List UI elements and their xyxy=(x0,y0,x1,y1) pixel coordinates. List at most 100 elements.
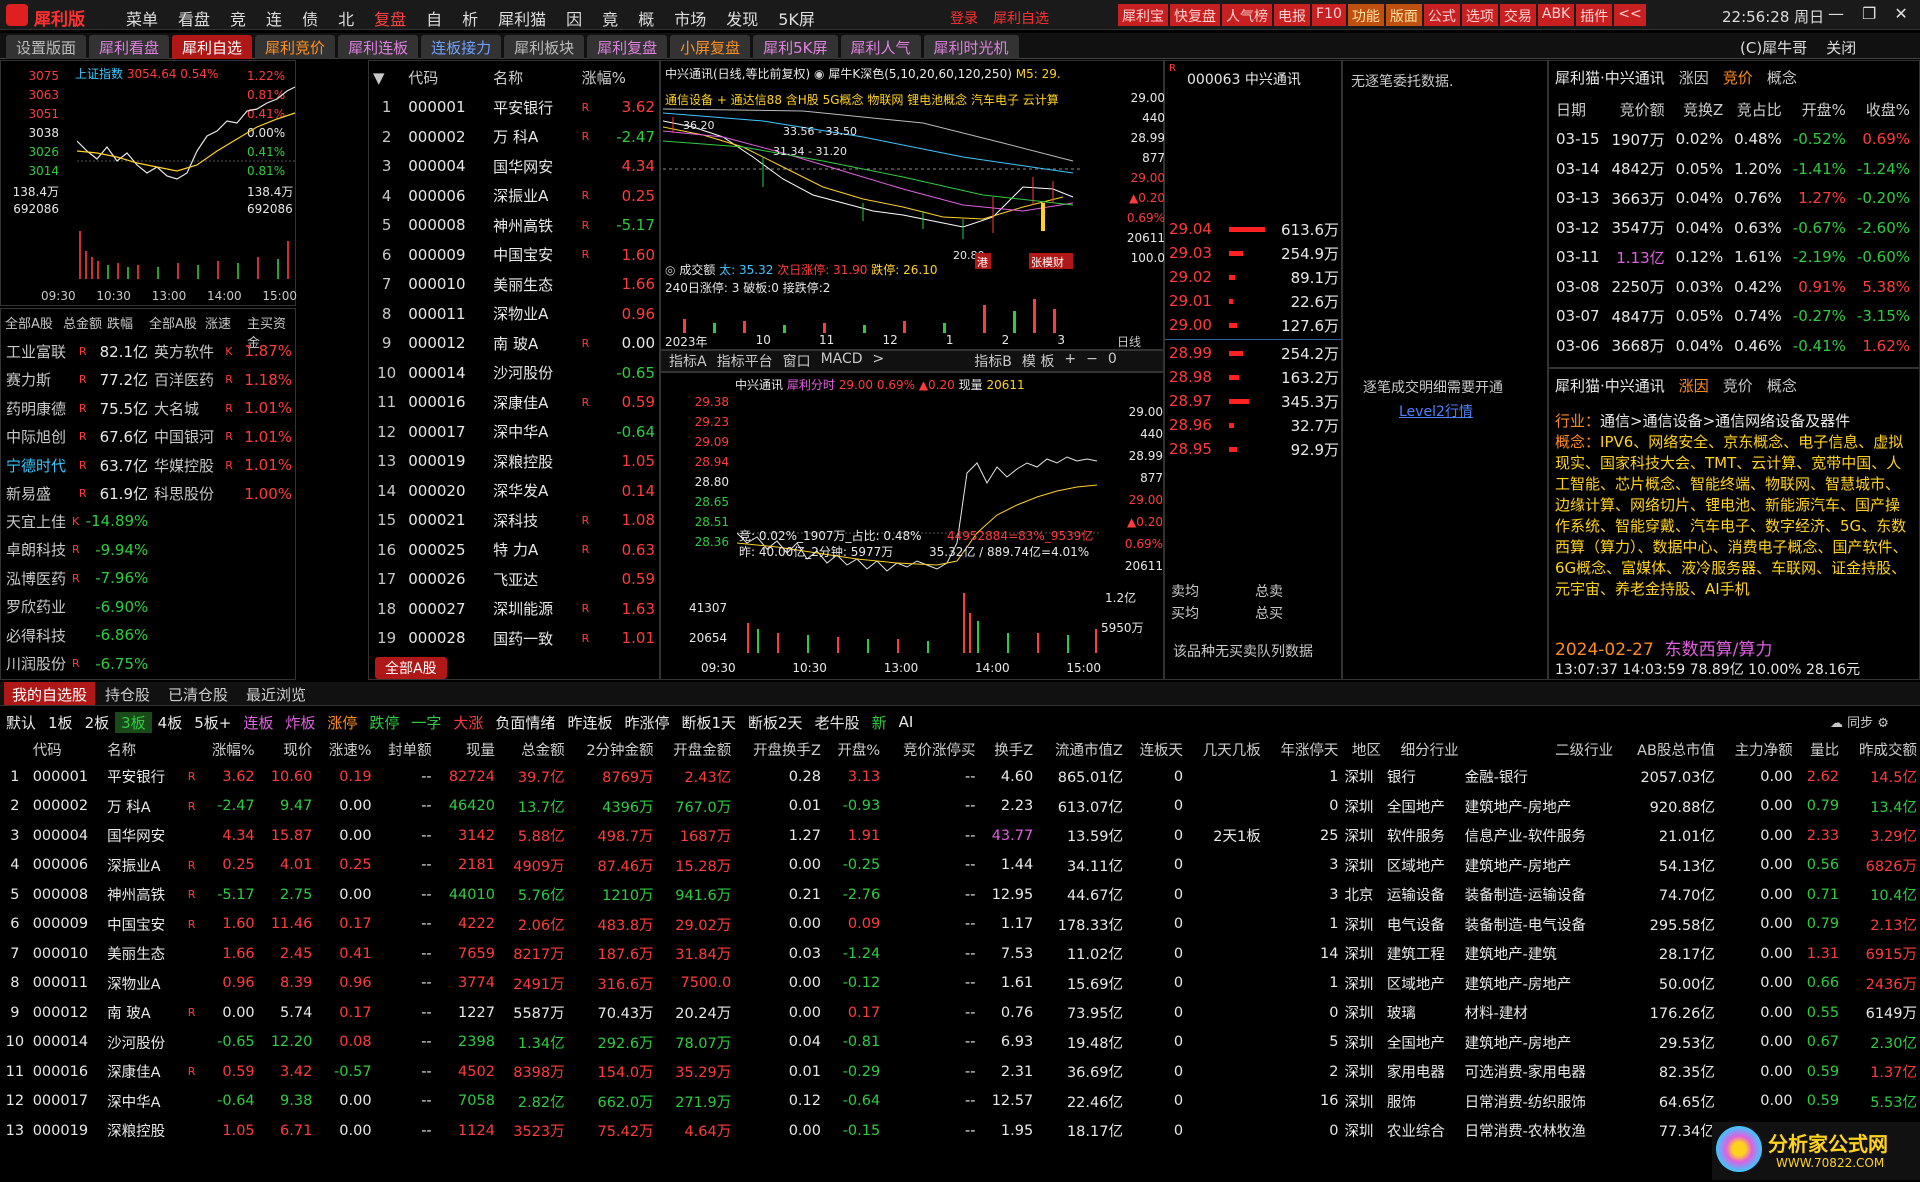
hist-col-header[interactable]: 收盘% xyxy=(1851,95,1915,125)
watchlist-footer-tab[interactable]: 全部A股 xyxy=(375,657,447,679)
hist-row[interactable]: 03-12 3547万 0.04% 0.63% -0.67% -2.60% xyxy=(1551,213,1915,243)
hist-tab-auction[interactable]: 竞价 xyxy=(1723,67,1753,88)
kline-subtab[interactable]: − xyxy=(1086,351,1098,371)
rank-row[interactable]: 百洋医药 R 1.18% xyxy=(151,366,295,395)
sort-arrow-icon[interactable]: ▼ xyxy=(369,63,404,93)
layout-tab[interactable]: 犀利竞价 xyxy=(255,35,336,59)
hist-row[interactable]: 03-15 1907万 0.02% 0.48% -0.52% 0.69% xyxy=(1551,125,1915,155)
tool-button[interactable]: ABK xyxy=(1537,4,1575,26)
main-col-header[interactable]: 昨成交额 xyxy=(1842,736,1920,762)
layout-tab[interactable]: 小屏复盘 xyxy=(670,35,751,59)
minimize-icon[interactable]: — xyxy=(1828,4,1844,23)
rank-row[interactable]: 川润股份 R -6.75% xyxy=(3,650,151,679)
kline-period[interactable]: 日线 xyxy=(1117,333,1141,350)
kline-subtab[interactable]: 指标A xyxy=(669,351,707,371)
watchlist-row[interactable]: 9 000012 南 玻A R 0.00 xyxy=(369,329,659,359)
kline-subtab[interactable]: 0 xyxy=(1108,351,1117,371)
watchlist-row[interactable]: 1 000001 平安银行 R 3.62 xyxy=(369,93,659,123)
main-col-header[interactable]: 涨幅% xyxy=(198,736,257,762)
kline-subtab[interactable]: + xyxy=(1064,351,1076,371)
hist-tab-main[interactable]: 犀利猫·中兴通讯 xyxy=(1555,67,1665,88)
watchlist-row[interactable]: 12 000017 深中华A -0.64 xyxy=(369,417,659,447)
main-col-header[interactable]: 连板天 xyxy=(1126,736,1186,762)
main-col-header[interactable]: 代码 xyxy=(30,736,104,762)
filter-tag[interactable]: 涨停 xyxy=(321,712,363,733)
filter-tag[interactable]: 4板 xyxy=(152,712,189,733)
layout-tab[interactable]: 犀利板块 xyxy=(504,35,585,59)
filter-tag[interactable]: 一字 xyxy=(405,712,447,733)
maximize-icon[interactable]: ❐ xyxy=(1862,4,1876,23)
main-col-header[interactable]: 年涨停天 xyxy=(1264,736,1342,762)
close-icon[interactable]: ✕ xyxy=(1894,4,1907,23)
table-row[interactable]: 10 000014 沙河股份 -0.65 12.20 0.08 -- 2398 1.34亿 292… xyxy=(0,1028,1920,1058)
rank-row[interactable]: 罗欣药业 -6.90% xyxy=(3,593,151,622)
rank-row[interactable]: 科思股份 1.00% xyxy=(151,480,295,509)
main-col-header[interactable]: 竞价涨停买 xyxy=(883,736,978,762)
tool-button[interactable]: << xyxy=(1614,4,1646,26)
main-col-header[interactable]: 二级行业 xyxy=(1462,736,1616,762)
xili-zixuan-link[interactable]: 犀利自选 xyxy=(993,8,1049,28)
tool-button[interactable]: 犀利宝 xyxy=(1118,4,1168,26)
concept-tab-auction[interactable]: 竞价 xyxy=(1723,375,1753,396)
layout-tab[interactable]: 犀利5K屏 xyxy=(753,35,838,59)
bid-row[interactable]: 28.99 254.2万 xyxy=(1169,341,1339,365)
bid-row[interactable]: 28.95 92.9万 xyxy=(1169,437,1339,461)
menu-item[interactable]: 析 xyxy=(452,6,488,30)
watchlist-row[interactable]: 5 000008 神州高铁 R -5.17 xyxy=(369,211,659,241)
tool-button[interactable]: 快复盘 xyxy=(1170,4,1220,26)
table-row[interactable]: 13 000019 深粮控股 1.05 6.71 0.00 -- 1124 3523万 75.42… xyxy=(0,1116,1920,1146)
menu-item[interactable]: 竟 xyxy=(592,6,628,30)
layout-tab[interactable]: 犀利连板 xyxy=(338,35,419,59)
menu-item[interactable]: 因 xyxy=(556,6,592,30)
watchlist-row[interactable]: 14 000020 深华发A 0.14 xyxy=(369,476,659,506)
menu-item[interactable]: 发现 xyxy=(716,6,768,30)
menu-item[interactable]: 犀利猫 xyxy=(488,6,556,30)
login-link[interactable]: 登录 xyxy=(950,8,978,28)
concept-tab-reason[interactable]: 涨因 xyxy=(1679,375,1709,396)
table-row[interactable]: 4 000006 深振业A R 0.25 4.01 0.25 -- 2181 4909万 87.46… xyxy=(0,851,1920,881)
main-col-header[interactable]: 涨速% xyxy=(315,736,374,762)
table-row[interactable]: 9 000012 南 玻A R 0.00 5.74 0.17 -- 1227 5587万 70.43… xyxy=(0,998,1920,1028)
tool-button[interactable]: 功能 xyxy=(1347,4,1384,26)
index-chart[interactable] xyxy=(77,81,299,281)
watchlist-row[interactable]: 4 000006 深振业A R 0.25 xyxy=(369,181,659,211)
table-row[interactable]: 7 000010 美丽生态 1.66 2.45 0.41 -- 7659 8217万 187.6万… xyxy=(0,939,1920,969)
watchlist-col-header[interactable]: 涨幅% xyxy=(578,63,659,93)
hist-col-header[interactable]: 竞价额 xyxy=(1605,95,1669,125)
main-col-header[interactable]: 地区 xyxy=(1341,736,1383,762)
watchlist-col-header[interactable]: 代码 xyxy=(404,63,489,93)
filter-tag[interactable]: 5板+ xyxy=(188,712,237,733)
hist-tab-concept[interactable]: 概念 xyxy=(1767,67,1797,88)
watchlist-row[interactable]: 3 000004 国华网安 4.34 xyxy=(369,152,659,182)
tool-button[interactable]: F10 xyxy=(1312,4,1346,26)
menu-item[interactable]: 5K屏 xyxy=(768,6,825,30)
filter-tag[interactable]: 断板1天 xyxy=(675,712,742,733)
main-col-header[interactable]: 名称 xyxy=(104,736,182,762)
hist-row[interactable]: 03-07 4847万 0.05% 0.74% -0.27% -3.15% xyxy=(1551,302,1915,332)
main-col-header[interactable]: 流通市值Z xyxy=(1036,736,1126,762)
layout-tab[interactable]: 犀利时光机 xyxy=(923,35,1019,59)
open-level2-link[interactable]: Level2行情 xyxy=(1399,401,1473,421)
tool-button[interactable]: 选项 xyxy=(1461,4,1498,26)
main-col-header[interactable]: 主力净额 xyxy=(1718,736,1796,762)
ask-row[interactable]: 29.04 613.6万 xyxy=(1169,217,1339,241)
main-col-header[interactable]: 细分行业 xyxy=(1384,736,1462,762)
menu-item[interactable]: 自 xyxy=(416,6,452,30)
tool-button[interactable]: 版面 xyxy=(1385,4,1422,26)
gear-icon[interactable]: ⚙ xyxy=(1877,716,1889,731)
layout-tab[interactable]: 连板接力 xyxy=(421,35,502,59)
hist-row[interactable]: 03-06 3668万 0.04% 0.46% -0.41% 1.62% xyxy=(1551,331,1915,361)
bid-row[interactable]: 28.96 32.7万 xyxy=(1169,413,1339,437)
hist-col-header[interactable]: 开盘% xyxy=(1787,95,1851,125)
main-col-header[interactable]: 现量 xyxy=(435,736,498,762)
menu-item[interactable]: 概 xyxy=(628,6,664,30)
table-row[interactable]: 12 000017 深中华A -0.64 9.38 0.00 -- 7058 2.82亿 662.… xyxy=(0,1087,1920,1117)
main-col-header[interactable]: 封单额 xyxy=(375,736,435,762)
filter-tag[interactable]: 3板 xyxy=(115,711,152,733)
filter-tag[interactable]: 负面情绪 xyxy=(489,712,561,733)
rank-row[interactable]: 大名城 R 1.01% xyxy=(151,394,295,423)
watchlist-col-header[interactable]: 名称 xyxy=(489,63,578,93)
main-col-header[interactable]: 量比 xyxy=(1796,736,1842,762)
watchlist-row[interactable]: 15 000021 深科技 R 1.08 xyxy=(369,506,659,536)
intraday-chart[interactable] xyxy=(737,393,1101,653)
